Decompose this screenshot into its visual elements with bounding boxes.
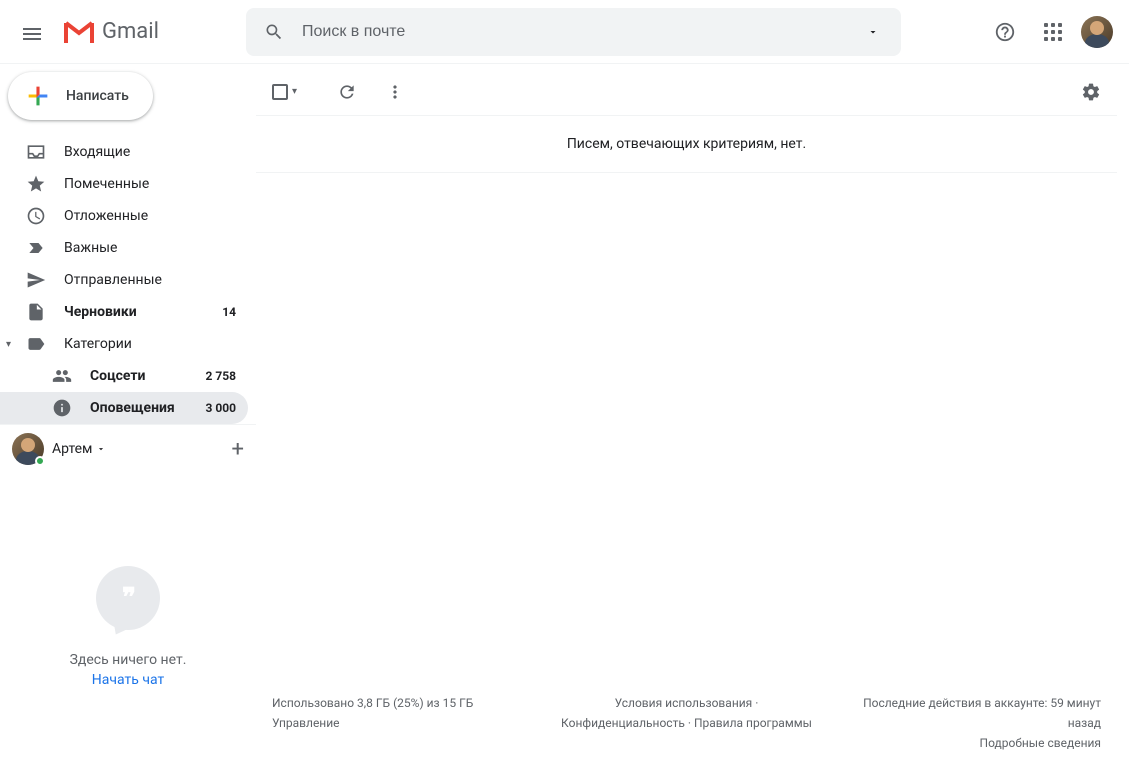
important-icon — [26, 238, 46, 258]
sidebar-item-social[interactable]: Соцсети 2 758 — [0, 360, 248, 392]
sidebar-item-updates[interactable]: Оповещения 3 000 — [0, 392, 248, 424]
app-name: Gmail — [102, 19, 159, 44]
clock-icon — [26, 206, 46, 226]
compose-label: Написать — [66, 88, 129, 104]
status-online-icon — [35, 456, 45, 466]
drafts-icon — [26, 302, 46, 322]
sidebar-item-important[interactable]: Важные — [0, 232, 248, 264]
nav-label: Категории — [64, 336, 236, 352]
more-button[interactable] — [385, 82, 405, 102]
search-icon[interactable] — [254, 12, 294, 52]
hangouts-avatar-wrapper[interactable] — [12, 433, 44, 465]
manage-storage-link[interactable]: Управление — [272, 716, 340, 730]
hangouts-empty-text: Здесь ничего нет. — [70, 650, 187, 670]
chat-bubble-icon: ❞ — [96, 566, 160, 630]
nav-label: Важные — [64, 240, 236, 256]
apps-icon — [1044, 23, 1062, 41]
terms-link[interactable]: Условия использования — [615, 696, 753, 710]
details-link[interactable]: Подробные сведения — [980, 736, 1101, 750]
search-input[interactable] — [294, 23, 853, 41]
hangouts-header: Артем + — [0, 424, 256, 473]
privacy-link[interactable]: Конфиденциальность — [561, 716, 685, 730]
nav-label: Черновики — [64, 304, 204, 320]
sidebar-item-starred[interactable]: Помеченные — [0, 168, 248, 200]
main-menu-button[interactable] — [8, 8, 56, 56]
apps-button[interactable] — [1033, 12, 1073, 52]
sent-icon — [26, 270, 46, 290]
account-avatar[interactable] — [1081, 16, 1113, 48]
sidebar-item-drafts[interactable]: Черновики 14 — [0, 296, 248, 328]
nav-label: Соцсети — [90, 368, 187, 384]
toolbar: ▾ — [256, 68, 1117, 116]
expand-icon: ▾ — [6, 339, 11, 350]
chevron-down-icon — [96, 444, 106, 454]
settings-button[interactable] — [1081, 82, 1101, 102]
plus-icon — [24, 82, 52, 110]
info-icon — [52, 398, 72, 418]
menu-icon — [23, 25, 41, 39]
start-chat-link[interactable]: Начать чат — [70, 670, 187, 690]
nav-label: Входящие — [64, 144, 236, 160]
nav-label: Отложенные — [64, 208, 236, 224]
nav-count: 2 758 — [205, 369, 236, 383]
activity-text: Последние действия в аккаунте: 59 минут … — [838, 693, 1101, 733]
logo-area[interactable]: Gmail — [56, 19, 246, 44]
hangouts-empty-state: ❞ Здесь ничего нет. Начать чат — [0, 473, 256, 783]
sidebar-item-categories[interactable]: ▾ Категории — [0, 328, 248, 360]
nav-count: 3 000 — [205, 401, 236, 415]
header: Gmail — [0, 0, 1129, 64]
search-box[interactable] — [246, 8, 901, 56]
people-icon — [52, 366, 72, 386]
program-link[interactable]: Правила программы — [694, 716, 812, 730]
chevron-down-icon: ▾ — [292, 86, 297, 97]
footer: Использовано 3,8 ГБ (25%) из 15 ГБ Управ… — [256, 663, 1117, 783]
select-all-checkbox[interactable]: ▾ — [272, 84, 297, 100]
nav-count: 14 — [222, 305, 236, 319]
search-container — [246, 8, 901, 56]
inbox-icon — [26, 142, 46, 162]
nav-label: Помеченные — [64, 176, 236, 192]
empty-inbox-message: Писем, отвечающих критериям, нет. — [256, 116, 1117, 173]
compose-button[interactable]: Написать — [8, 72, 153, 120]
hangouts-username[interactable]: Артем — [52, 441, 106, 457]
nav-label: Оповещения — [90, 400, 187, 416]
refresh-button[interactable] — [337, 82, 357, 102]
search-options-dropdown[interactable] — [853, 12, 893, 52]
nav-label: Отправленные — [64, 272, 236, 288]
hangouts-add-button[interactable]: + — [232, 437, 244, 462]
star-icon — [26, 174, 46, 194]
nav-list: Входящие Помеченные Отложенные Важные От… — [0, 136, 256, 424]
sidebar-item-inbox[interactable]: Входящие — [0, 136, 248, 168]
header-right — [985, 12, 1121, 52]
sidebar: Написать Входящие Помеченные Отложенные … — [0, 64, 256, 783]
label-icon — [26, 334, 46, 354]
main-content: ▾ Писем, отвечающих критериям, нет. Испо… — [256, 64, 1129, 783]
checkbox-icon — [272, 84, 288, 100]
support-button[interactable] — [985, 12, 1025, 52]
storage-text: Использовано 3,8 ГБ (25%) из 15 ГБ — [272, 693, 535, 713]
sidebar-item-snoozed[interactable]: Отложенные — [0, 200, 248, 232]
gmail-logo-icon — [64, 21, 94, 43]
sidebar-item-sent[interactable]: Отправленные — [0, 264, 248, 296]
